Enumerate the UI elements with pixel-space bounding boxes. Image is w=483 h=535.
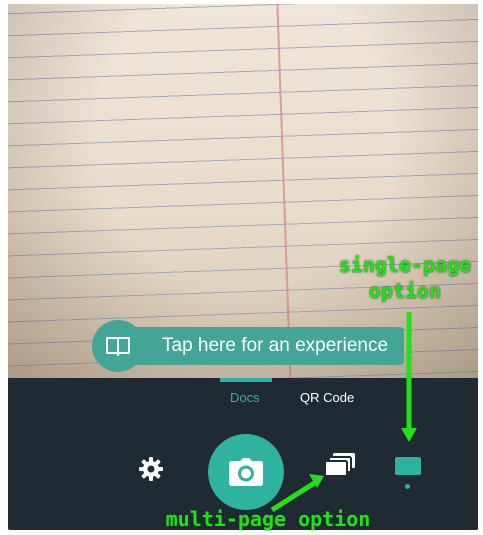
tab-qr-code[interactable]: QR Code [300,390,354,405]
selected-mode-dot [405,484,410,489]
stacked-pages-icon [325,453,355,477]
experience-tooltip[interactable]: Tap here for an experience [92,320,412,372]
multi-page-button[interactable] [324,450,356,480]
single-page-button[interactable] [394,454,422,478]
tooltip-label[interactable]: Tap here for an experience [132,327,404,365]
settings-button[interactable] [136,454,166,484]
multi-page-annotation: multi-page option [165,507,371,531]
tab-docs[interactable]: Docs [230,390,260,405]
single-page-icon [395,457,421,475]
single-page-annotation: single-page option [330,252,480,304]
single-page-annotation-line2: option [368,279,442,303]
active-tab-indicator [220,378,272,382]
book-icon[interactable] [92,320,144,372]
single-page-annotation-line1: single-page [338,253,472,277]
camera-icon [229,458,263,486]
shutter-button[interactable] [208,434,284,510]
gear-icon [139,457,163,481]
